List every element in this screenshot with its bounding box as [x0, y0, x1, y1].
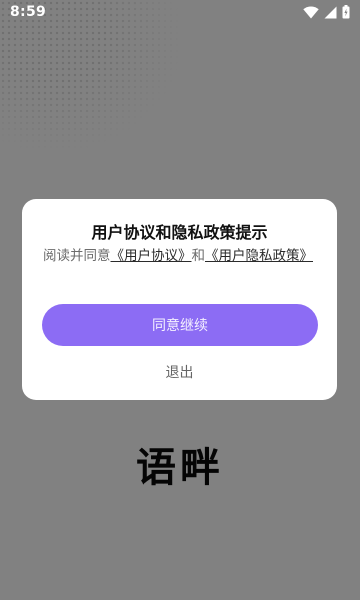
battery-icon: [342, 5, 350, 19]
wifi-icon: [303, 6, 319, 19]
dialog-message: 阅读并同意《用户协议》和《用户隐私政策》: [43, 247, 319, 266]
privacy-policy-link[interactable]: 《用户隐私政策》: [205, 248, 313, 264]
app-name-logo: 语畔: [136, 445, 224, 491]
status-icons: [303, 5, 350, 19]
privacy-dialog: 用户协议和隐私政策提示 阅读并同意《用户协议》和《用户隐私政策》 同意继续 退出: [22, 199, 337, 400]
cell-signal-icon: [324, 6, 337, 19]
status-time: 8:59: [10, 4, 47, 20]
status-bar: 8:59: [0, 0, 360, 24]
exit-button[interactable]: 退出: [22, 362, 337, 382]
message-middle: 和: [191, 248, 206, 264]
message-prefix: 阅读并同意: [43, 248, 111, 264]
agree-continue-button[interactable]: 同意继续: [42, 304, 318, 346]
user-agreement-link[interactable]: 《用户协议》: [111, 248, 192, 264]
dialog-title: 用户协议和隐私政策提示: [91, 223, 268, 242]
